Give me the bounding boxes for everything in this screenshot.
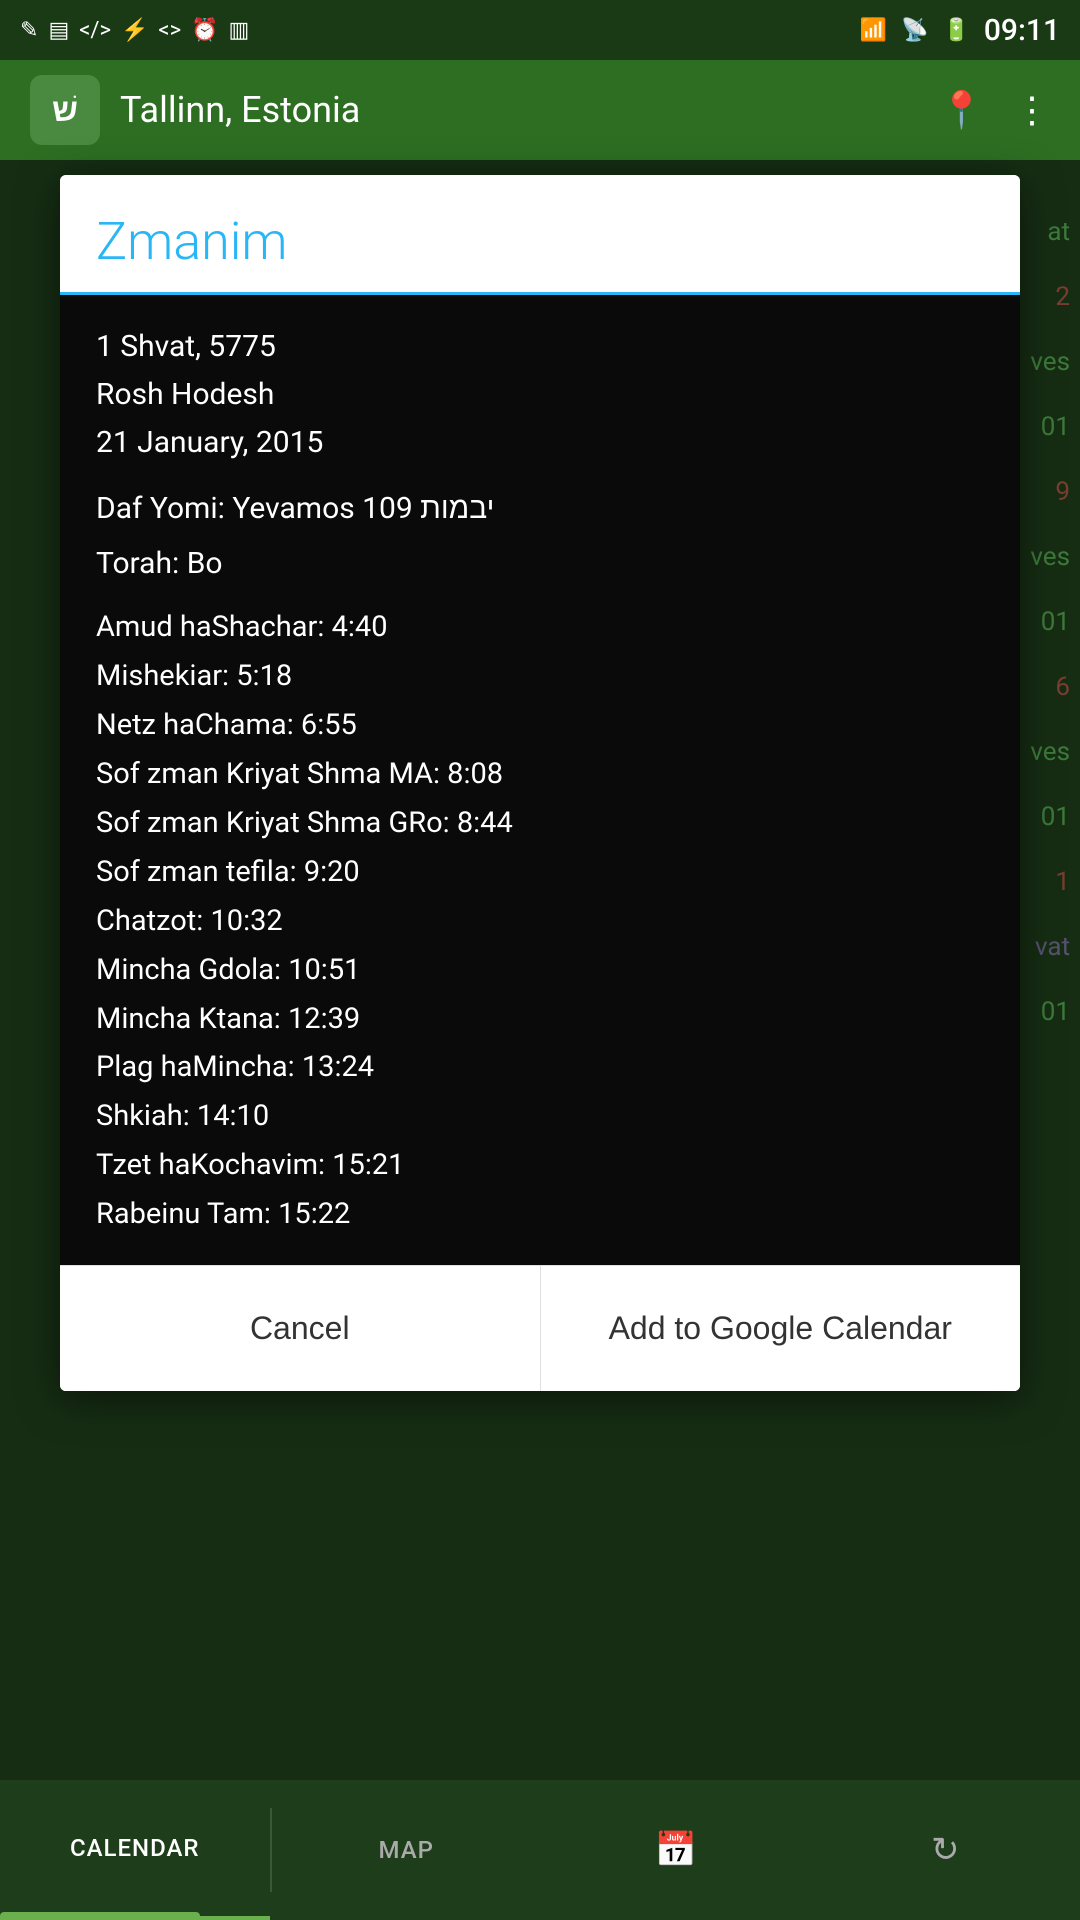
zman-plag-hamincha: Plag haMincha: 13:24 bbox=[96, 1045, 984, 1090]
zman-mincha-ktana: Mincha Ktana: 12:39 bbox=[96, 997, 984, 1042]
date-info: 1 Shvat, 5775 Rosh Hodesh 21 January, 20… bbox=[96, 323, 984, 467]
header-right: 📍 ⋮ bbox=[939, 89, 1050, 131]
cancel-button[interactable]: Cancel bbox=[60, 1266, 541, 1391]
zman-tzet-hakochavim: Tzet haKochavim: 15:21 bbox=[96, 1143, 984, 1188]
header-left: שׁ Tallinn, Estonia bbox=[30, 75, 360, 145]
torah-reading: Torah: Bo bbox=[96, 546, 984, 581]
image-icon: ▤ bbox=[48, 18, 69, 43]
code-icon: </> bbox=[79, 18, 111, 43]
nav-calendar-label: CALENDAR bbox=[70, 1834, 200, 1862]
nav-map[interactable]: MAP bbox=[272, 1780, 542, 1920]
gregorian-date: 21 January, 2015 bbox=[96, 419, 984, 467]
alarm-icon: ⏰ bbox=[191, 18, 218, 43]
zman-sof-zman-shma-ma: Sof zman Kriyat Shma MA: 8:08 bbox=[96, 752, 984, 797]
usb-icon: ⚡ bbox=[121, 18, 148, 43]
progress-bar bbox=[0, 1912, 200, 1920]
zman-chatzot: Chatzot: 10:32 bbox=[96, 899, 984, 944]
zman-mishekiar: Mishekiar: 5:18 bbox=[96, 654, 984, 699]
zman-sof-zman-shma-gro: Sof zman Kriyat Shma GRo: 8:44 bbox=[96, 801, 984, 846]
daf-yomi: Daf Yomi: Yevamos 109 יבמות bbox=[96, 491, 984, 526]
status-icons-right: 📶 📡 🔋 09:11 bbox=[860, 13, 1060, 48]
add-to-calendar-button[interactable]: Add to Google Calendar bbox=[541, 1266, 1021, 1391]
nav-calendar-icon-btn[interactable]: 📅 bbox=[541, 1780, 811, 1920]
logo-text: שׁ bbox=[52, 91, 78, 129]
status-bar: ✎ ▤ </> ⚡ <> ⏰ ▥ 📶 📡 🔋 09:11 bbox=[0, 0, 1080, 60]
battery-icon: 🔋 bbox=[942, 18, 969, 43]
signal-icon: 📡 bbox=[901, 18, 928, 43]
barcode-icon: ▥ bbox=[229, 18, 250, 43]
wifi-icon: 📶 bbox=[860, 18, 887, 43]
app-header: שׁ Tallinn, Estonia 📍 ⋮ bbox=[0, 60, 1080, 160]
location-icon[interactable]: 📍 bbox=[939, 89, 984, 131]
zmanim-dialog: Zmanim 1 Shvat, 5775 Rosh Hodesh 21 Janu… bbox=[60, 175, 1020, 1391]
refresh-icon: ↻ bbox=[931, 1830, 960, 1870]
dialog-actions: Cancel Add to Google Calendar bbox=[60, 1265, 1020, 1391]
app-logo: שׁ bbox=[30, 75, 100, 145]
calendar-icon: 📅 bbox=[655, 1830, 697, 1870]
zman-mincha-gdola: Mincha Gdola: 10:51 bbox=[96, 948, 984, 993]
status-time: 09:11 bbox=[984, 13, 1060, 48]
dialog-title-bar: Zmanim bbox=[60, 175, 1020, 295]
zman-rabeinu-tam: Rabeinu Tam: 15:22 bbox=[96, 1192, 984, 1237]
special-day: Rosh Hodesh bbox=[96, 371, 984, 419]
zman-netz-hachama: Netz haChama: 6:55 bbox=[96, 703, 984, 748]
zman-sof-zman-tefila: Sof zman tefila: 9:20 bbox=[96, 850, 984, 895]
nav-calendar[interactable]: CALENDAR bbox=[0, 1780, 270, 1920]
code2-icon: <> bbox=[158, 18, 181, 43]
edit-icon: ✎ bbox=[20, 18, 38, 43]
nav-refresh-btn[interactable]: ↻ bbox=[811, 1780, 1080, 1920]
zmanim-list: Amud haShachar: 4:40 Mishekiar: 5:18 Net… bbox=[96, 605, 984, 1237]
hebrew-date: 1 Shvat, 5775 bbox=[96, 323, 984, 371]
status-icons-left: ✎ ▤ </> ⚡ <> ⏰ ▥ bbox=[20, 18, 249, 43]
dialog-title: Zmanim bbox=[96, 211, 288, 272]
zman-shkiah: Shkiah: 14:10 bbox=[96, 1094, 984, 1139]
menu-icon[interactable]: ⋮ bbox=[1014, 89, 1050, 131]
nav-map-label: MAP bbox=[379, 1836, 434, 1864]
calendar-right-numbers: at 2 ves 01 9 ves 01 6 ves 01 1 vat 01 bbox=[1030, 200, 1070, 1045]
bottom-nav: CALENDAR MAP 📅 ↻ bbox=[0, 1780, 1080, 1920]
zman-amud-hashachar: Amud haShachar: 4:40 bbox=[96, 605, 984, 650]
dialog-content: 1 Shvat, 5775 Rosh Hodesh 21 January, 20… bbox=[60, 295, 1020, 1265]
app-title: Tallinn, Estonia bbox=[120, 89, 360, 131]
